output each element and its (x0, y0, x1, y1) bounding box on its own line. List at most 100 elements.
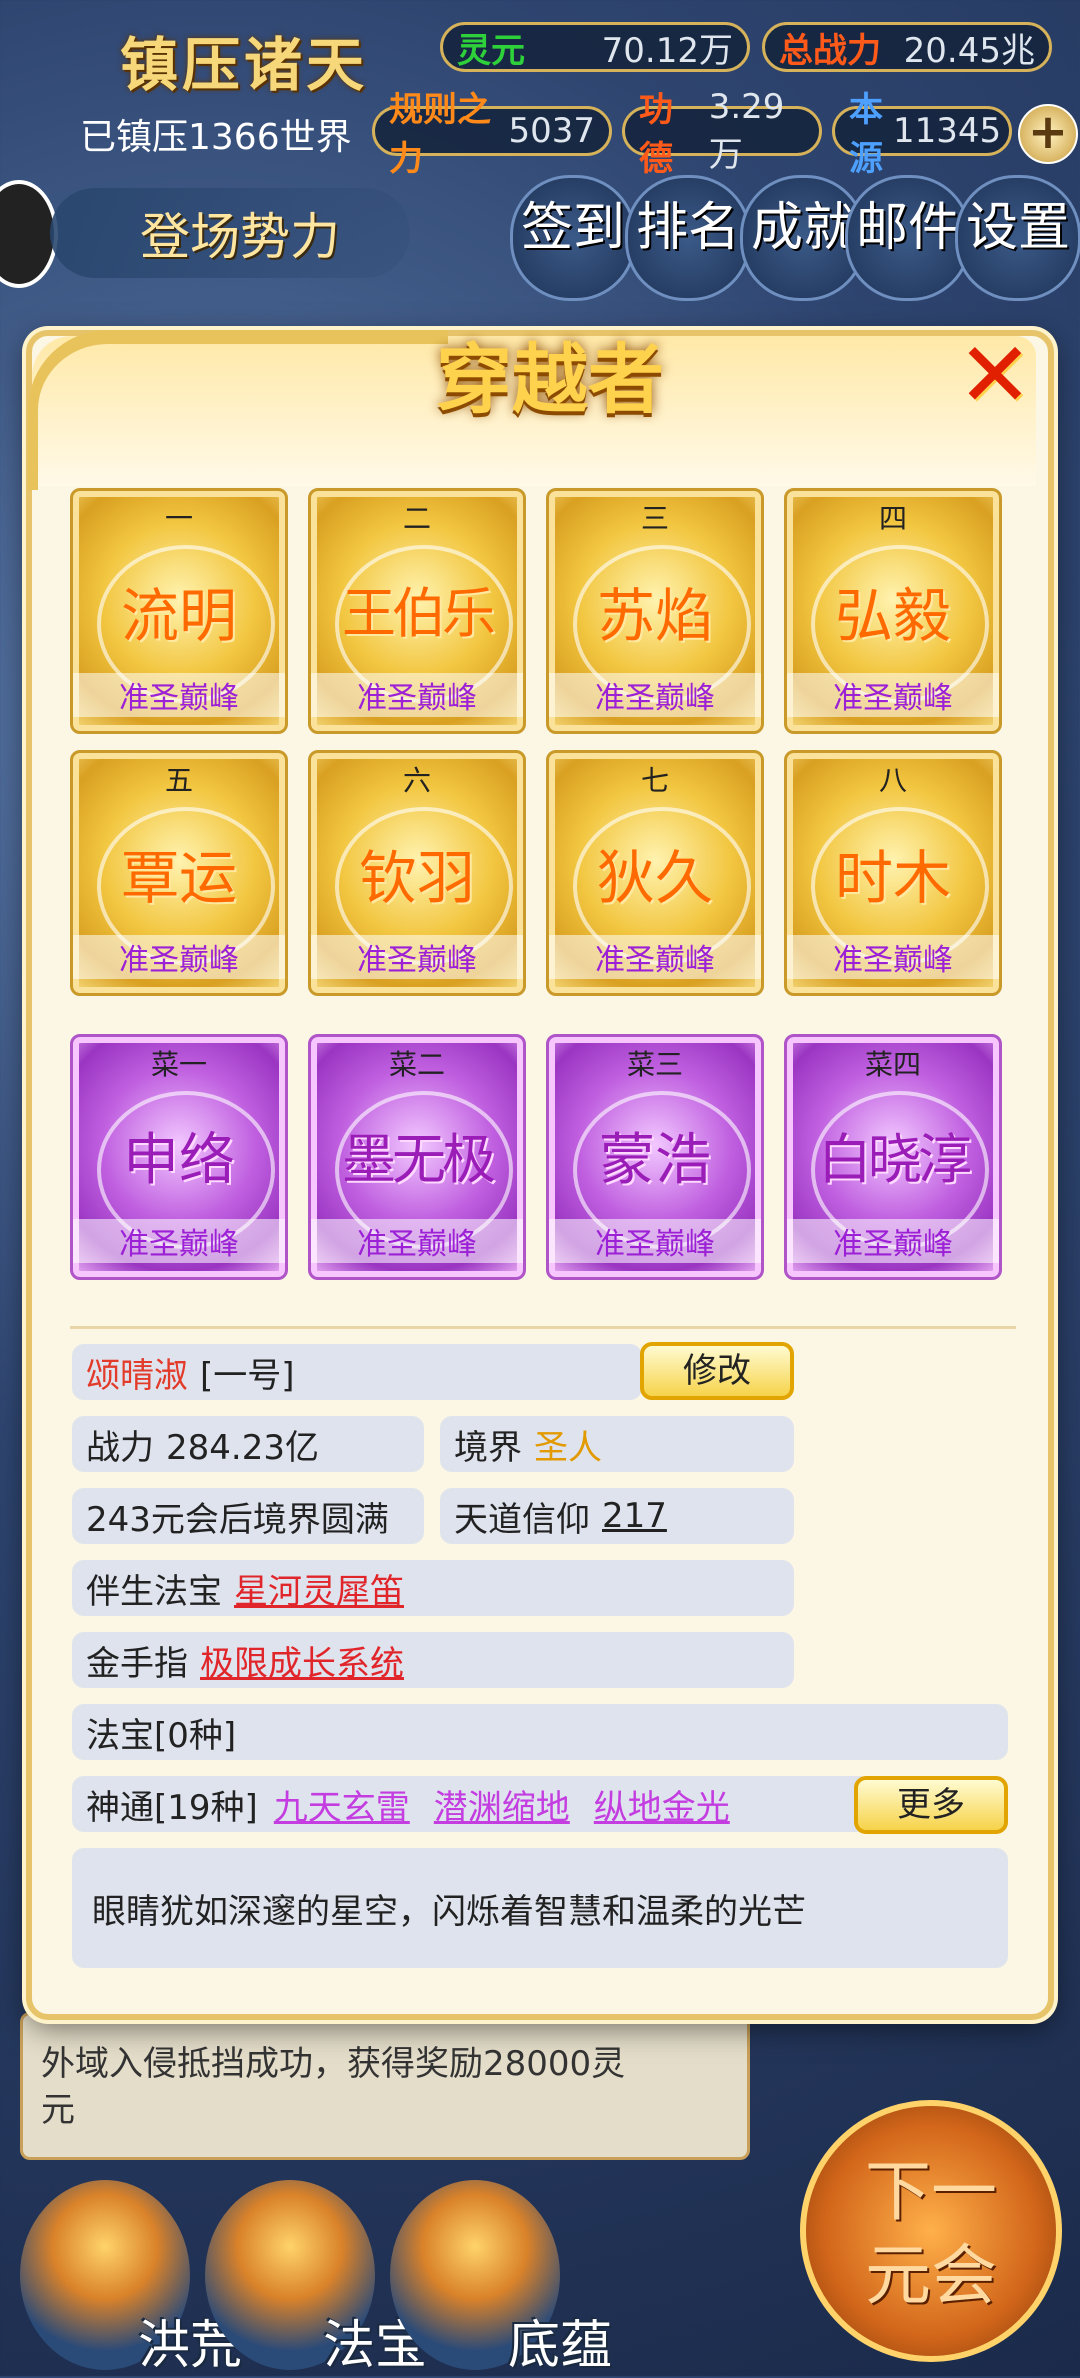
card-rank: 准圣巅峰 (549, 1219, 761, 1263)
power-label: 战力 (86, 1427, 154, 1468)
card-name: 墨无极 (342, 1128, 496, 1191)
skills-label: 神通[19种] (86, 1787, 258, 1828)
realm-label: 境界 (454, 1427, 522, 1468)
character-card[interactable]: 三 苏焰 准圣巅峰 (546, 488, 764, 734)
card-name: 覃运 (120, 844, 237, 912)
character-card[interactable]: 菜四 白晓淳 准圣巅峰 (784, 1034, 1002, 1280)
card-name: 流明 (120, 582, 237, 650)
faith-value[interactable]: 217 (602, 1496, 667, 1536)
card-number: 一 (164, 502, 193, 535)
faith-row: 天道信仰 217 (440, 1488, 794, 1544)
card-rank: 准圣巅峰 (311, 935, 523, 979)
settings-button[interactable]: 设置 (955, 175, 1080, 301)
treasure-link[interactable]: 星河灵犀笛 (234, 1564, 404, 1613)
faction-button[interactable]: 登场势力 (50, 188, 410, 278)
card-name: 弘毅 (834, 582, 951, 650)
signin-button[interactable]: 签到 (510, 175, 636, 301)
card-number: 四 (878, 502, 907, 535)
modal-title: 穿越者 (436, 335, 664, 424)
character-card[interactable]: 菜二 墨无极 准圣巅峰 (308, 1034, 526, 1280)
game-title: 镇压诸天 (120, 31, 369, 99)
stat-total-power: 总战力 20.45兆 (762, 22, 1052, 72)
event-log: 外域入侵抵挡成功，获得奖励28000灵 元 (20, 2012, 750, 2160)
stat-value: 70.12万 (601, 30, 733, 71)
card-rank: 准圣巅峰 (787, 1219, 999, 1263)
nav-label: 底蕴 (507, 2316, 612, 2376)
stat-label: 规则之力 (389, 90, 491, 179)
stat-rule-power: 规则之力 5037 (372, 90, 612, 179)
card-name: 钦羽 (358, 844, 475, 912)
stat-label: 灵元 (457, 30, 525, 71)
power-value: 284.23亿 (166, 1427, 319, 1468)
divider (70, 1326, 1016, 1329)
stat-value: 5037 (508, 111, 595, 151)
stat-value: 11345 (893, 111, 1002, 151)
card-name: 时木 (834, 844, 951, 912)
character-card[interactable]: 菜一 申络 准圣巅峰 (70, 1034, 288, 1280)
perfection-row: 243元会后境界圆满 (72, 1488, 424, 1544)
stat-label: 功德 (639, 90, 673, 179)
card-rank: 准圣巅峰 (549, 673, 761, 717)
edit-button[interactable]: 修改 (640, 1342, 794, 1400)
more-skills-button[interactable]: 更多 (854, 1776, 1008, 1834)
power-row: 战力 284.23亿 (72, 1416, 424, 1472)
skill-link[interactable]: 潜渊缩地 (434, 1780, 570, 1829)
card-rank: 准圣巅峰 (73, 673, 285, 717)
card-number: 三 (640, 502, 669, 535)
stat-merit: 功德 3.29万 (622, 87, 822, 179)
card-number: 菜三 (626, 1048, 683, 1081)
stat-label: 总战力 (779, 30, 881, 71)
character-description: 眼睛犹如深邃的星空，闪烁着智慧和温柔的光芒 (72, 1848, 1008, 1968)
faith-label: 天道信仰 (454, 1499, 590, 1540)
card-number: 菜二 (388, 1048, 445, 1081)
card-rank: 准圣巅峰 (73, 1219, 285, 1263)
artifacts-row: 法宝[0种] (72, 1704, 1008, 1760)
card-rank: 准圣巅峰 (549, 935, 761, 979)
nav-honghuang-button[interactable]: 洪荒 (20, 2180, 242, 2376)
card-rank: 准圣巅峰 (787, 673, 999, 717)
ranking-button[interactable]: 排名 (625, 175, 751, 301)
card-number: 五 (164, 764, 193, 797)
card-rank: 准圣巅峰 (311, 1219, 523, 1263)
character-card[interactable]: 八 时木 准圣巅峰 (784, 750, 1002, 996)
nav-treasure-button[interactable]: 法宝 (205, 2180, 427, 2376)
character-card[interactable]: 五 覃运 准圣巅峰 (70, 750, 288, 996)
next-label: 元会 (865, 2237, 997, 2314)
add-resource-button[interactable]: + (1018, 104, 1078, 164)
character-card[interactable]: 一 流明 准圣巅峰 (70, 488, 288, 734)
realm-value: 圣人 (534, 1427, 602, 1468)
conquered-worlds: 已镇压1366世界 (80, 117, 352, 158)
card-number: 菜一 (150, 1048, 207, 1081)
close-icon[interactable]: ✕ (955, 331, 1035, 421)
character-card[interactable]: 二 王伯乐 准圣巅峰 (308, 488, 526, 734)
card-rank: 准圣巅峰 (787, 935, 999, 979)
character-card[interactable]: 菜三 蒙浩 准圣巅峰 (546, 1034, 764, 1280)
realm-row: 境界 圣人 (440, 1416, 794, 1472)
perfection-text: 243元会后境界圆满 (86, 1499, 389, 1540)
skill-link[interactable]: 纵地金光 (594, 1780, 730, 1829)
skill-link[interactable]: 九天玄雷 (274, 1780, 410, 1829)
stat-origin: 本源 11345 (832, 90, 1012, 179)
artifacts-text: 法宝[0种] (86, 1715, 237, 1756)
card-name: 申络 (123, 1128, 235, 1193)
nav-heritage-button[interactable]: 底蕴 (390, 2180, 612, 2376)
stat-value: 20.45兆 (903, 30, 1035, 71)
cheat-label: 金手指 (86, 1643, 188, 1684)
mail-button[interactable]: 邮件 (845, 175, 971, 301)
card-name: 狄久 (596, 844, 713, 912)
character-name-row: 颂晴淑 [一号] (72, 1344, 642, 1400)
cheat-link[interactable]: 极限成长系统 (200, 1636, 404, 1685)
stat-label: 本源 (849, 90, 883, 179)
character-card[interactable]: 七 狄久 准圣巅峰 (546, 750, 764, 996)
character-card[interactable]: 四 弘毅 准圣巅峰 (784, 488, 1002, 734)
card-name: 王伯乐 (342, 582, 496, 645)
card-number: 菜四 (864, 1048, 921, 1081)
card-number: 七 (640, 764, 669, 797)
card-rank: 准圣巅峰 (73, 935, 285, 979)
description-text: 眼睛犹如深邃的星空，闪烁着智慧和温柔的光芒 (92, 1891, 806, 1932)
cheat-row: 金手指 极限成长系统 (72, 1632, 794, 1688)
card-number: 八 (878, 764, 907, 797)
character-card[interactable]: 六 钦羽 准圣巅峰 (308, 750, 526, 996)
next-era-button[interactable]: 下一 元会 (800, 2100, 1062, 2362)
stat-lingyuan: 灵元 70.12万 (440, 22, 750, 72)
